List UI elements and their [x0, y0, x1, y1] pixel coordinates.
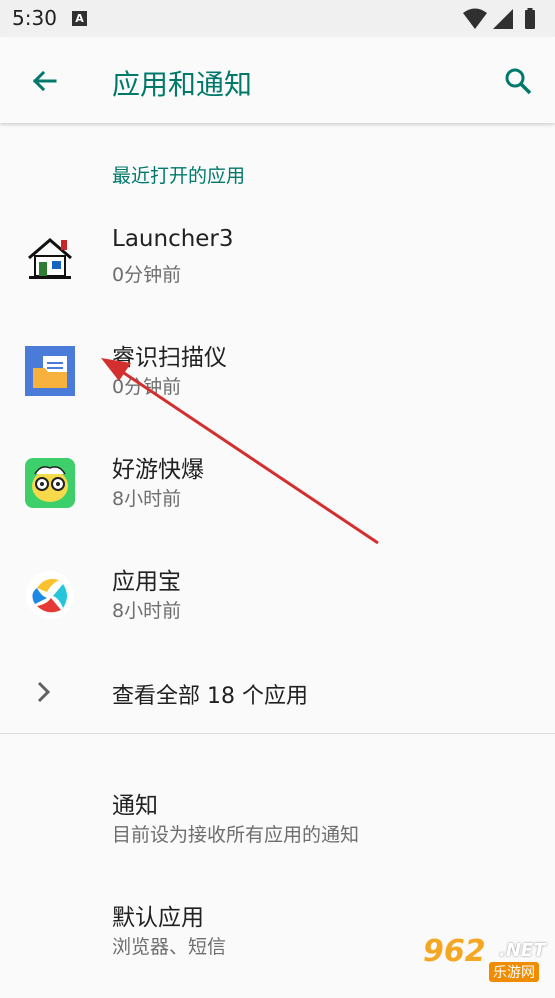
signal-icon — [493, 9, 513, 29]
app-last-used: 8小时前 — [112, 600, 182, 622]
setting-title: 通知 — [112, 793, 158, 819]
see-all-label: 查看全部 18 个应用 — [112, 684, 308, 709]
setting-summary: 目前设为接收所有应用的通知 — [112, 824, 360, 846]
notifications-setting[interactable]: 通知 目前设为接收所有应用的通知 — [0, 786, 555, 886]
app-last-used: 0分钟前 — [112, 264, 182, 286]
page-title: 应用和通知 — [112, 68, 253, 101]
setting-summary: 浏览器、短信 — [112, 936, 227, 958]
notification-a-icon: A — [72, 11, 87, 26]
app-name: 睿识扫描仪 — [112, 345, 227, 371]
recent-apps-header: 最近打开的应用 — [112, 165, 246, 187]
app-name: 应用宝 — [112, 569, 181, 595]
divider — [0, 733, 555, 734]
folder-scan-icon — [25, 346, 75, 396]
watermark-logo: 962 .NET 乐游网 — [417, 934, 547, 984]
app-name: 好游快爆 — [112, 457, 204, 483]
house-icon — [28, 238, 72, 279]
game-mascot-icon — [25, 458, 75, 508]
chevron-right-icon — [37, 681, 51, 703]
wifi-icon — [463, 8, 487, 29]
recent-app-haoyou[interactable]: 好游快爆 8小时前 — [0, 432, 555, 544]
app-name: Launcher3 — [112, 226, 234, 252]
app-last-used: 8小时前 — [112, 488, 182, 510]
recent-app-scanner[interactable]: 睿识扫描仪 0分钟前 — [0, 320, 555, 432]
status-time: 5:30 — [12, 6, 57, 30]
app-bar: 应用和通知 — [0, 37, 555, 123]
battery-icon — [525, 10, 535, 29]
recent-app-launcher3[interactable]: Launcher3 0分钟前 — [0, 208, 555, 320]
watermark-sub: 乐游网 — [489, 962, 539, 982]
watermark-suffix: .NET — [499, 940, 546, 961]
watermark-number: 962 — [423, 934, 486, 969]
back-arrow-icon[interactable] — [28, 65, 60, 97]
search-icon[interactable] — [502, 65, 534, 97]
app-store-icon — [26, 571, 74, 619]
status-icons — [463, 8, 535, 29]
recent-app-yingyongbao[interactable]: 应用宝 8小时前 — [0, 544, 555, 656]
setting-title: 默认应用 — [112, 905, 204, 931]
app-last-used: 0分钟前 — [112, 376, 182, 398]
see-all-apps[interactable]: 查看全部 18 个应用 — [0, 660, 555, 726]
status-bar: 5:30 A — [0, 0, 555, 37]
